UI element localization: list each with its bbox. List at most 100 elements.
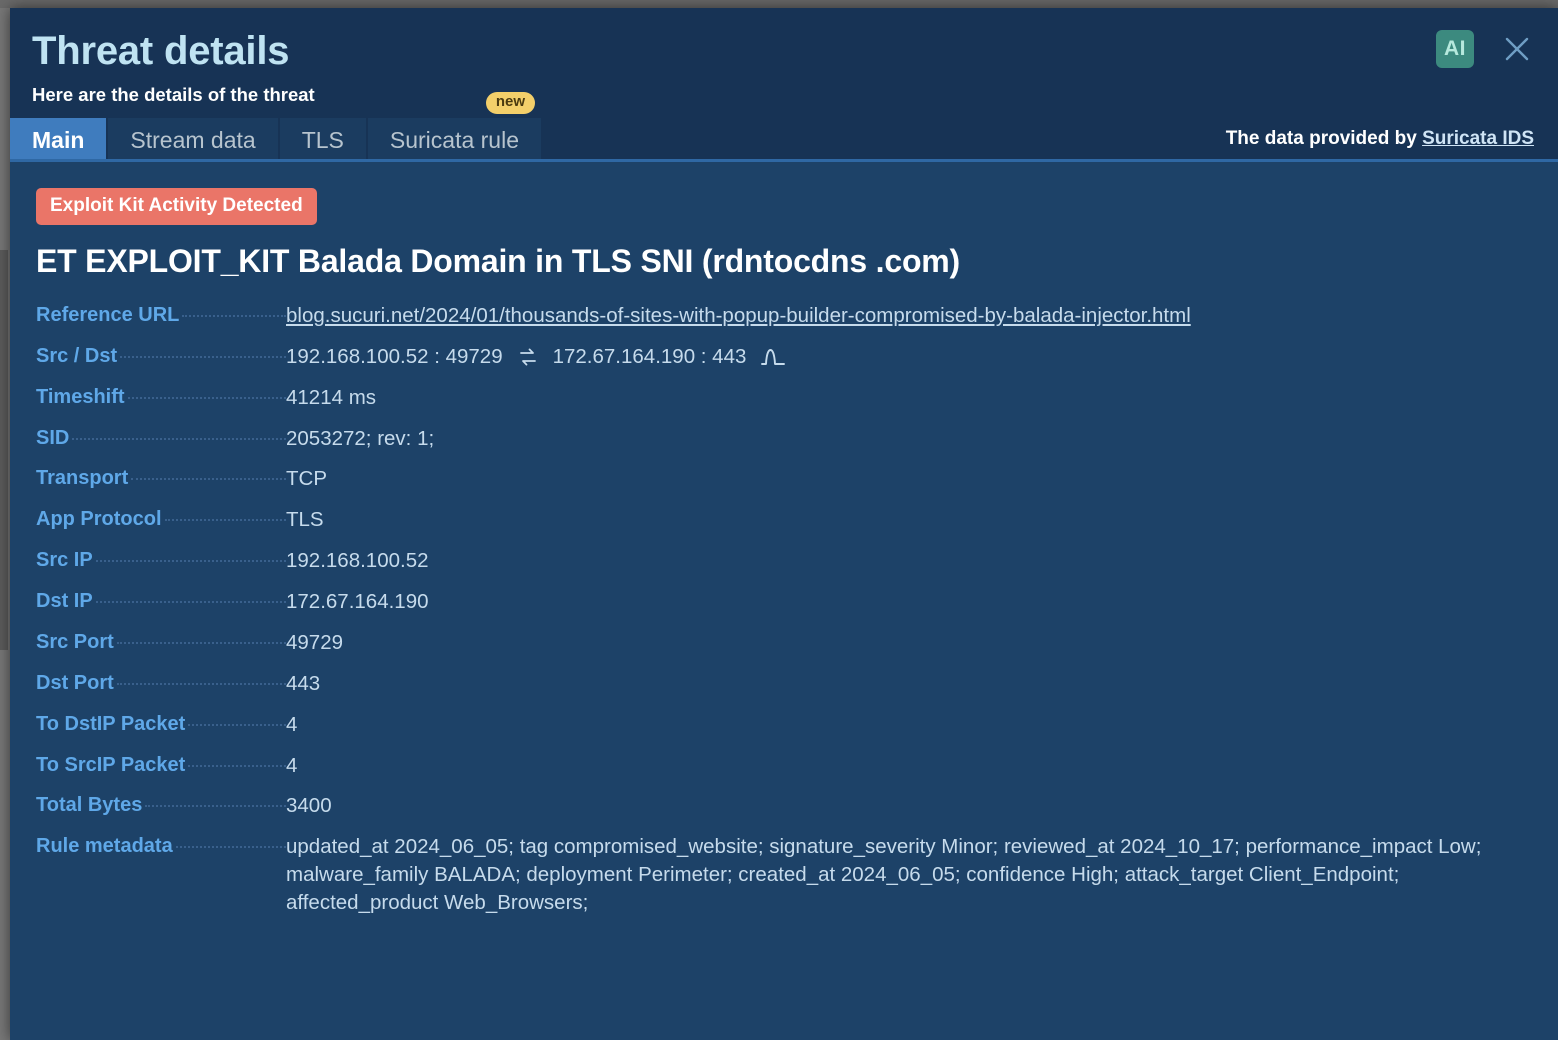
detail-label-app-protocol: App Protocol xyxy=(36,506,286,531)
ai-assistant-button[interactable]: AI xyxy=(1436,30,1474,68)
tab-tls-label: TLS xyxy=(301,126,344,153)
tab-main[interactable]: Main xyxy=(10,118,109,162)
detail-label-dst-ip: Dst IP xyxy=(36,588,286,613)
modal-body: Exploit Kit Activity Detected ET EXPLOIT… xyxy=(10,162,1558,940)
leader-dots xyxy=(131,478,286,481)
detail-value-timeshift: 41214 ms xyxy=(286,385,377,409)
detail-value-src-ip: 192.168.100.52 xyxy=(286,549,429,573)
leader-dots xyxy=(120,355,286,358)
threat-detail-list: Reference URL blog.sucuri.net/2024/01/th… xyxy=(36,302,1532,917)
detail-label-text: Src IP xyxy=(36,549,93,572)
detail-row-src-dst: Src / Dst 192.168.100.52 : 49729 172.67.… xyxy=(36,343,1532,371)
detail-row-dst-ip: Dst IP 172.67.164.190 xyxy=(36,588,1532,616)
detail-value-transport: TCP xyxy=(286,467,327,491)
data-provider-note: The data provided by Suricata IDS xyxy=(1226,128,1534,162)
detail-label-text: To DstIP Packet xyxy=(36,712,186,735)
close-icon[interactable] xyxy=(1500,32,1534,66)
detail-row-reference-url: Reference URL blog.sucuri.net/2024/01/th… xyxy=(36,302,1532,330)
status-badge: Exploit Kit Activity Detected xyxy=(36,188,317,225)
backdrop-edge-artifact xyxy=(0,250,8,650)
leader-dots xyxy=(188,723,286,726)
tab-tls[interactable]: TLS xyxy=(279,118,368,162)
detail-row-transport: Transport TCP xyxy=(36,465,1532,493)
detail-row-src-ip: Src IP 192.168.100.52 xyxy=(36,547,1532,575)
detail-label-src-ip: Src IP xyxy=(36,547,286,572)
detail-label-text: Total Bytes xyxy=(36,794,143,817)
data-provider-prefix: The data provided by xyxy=(1225,128,1423,149)
leader-dots xyxy=(164,519,286,522)
suricata-ids-link[interactable]: Suricata IDS xyxy=(1422,128,1534,149)
threat-signature-name: ET EXPLOIT_KIT Balada Domain in TLS SNI … xyxy=(36,242,961,279)
detail-row-app-protocol: App Protocol TLS xyxy=(36,506,1532,534)
page-subtitle: Here are the details of the threat xyxy=(32,84,315,105)
detail-row-sid: SID 2053272; rev: 1; xyxy=(36,425,1532,453)
detail-row-dst-port: Dst Port 443 xyxy=(36,670,1532,698)
new-badge: new xyxy=(485,92,535,114)
detail-label-reference-url: Reference URL xyxy=(36,302,286,327)
detail-label-src-port: Src Port xyxy=(36,629,286,654)
detail-label-text: SID xyxy=(36,426,70,449)
detail-label-text: Src Port xyxy=(36,630,114,653)
detail-row-rule-metadata: Rule metadata updated_at 2024_06_05; tag… xyxy=(36,833,1532,917)
detail-label-to-dstip-packet: To DstIP Packet xyxy=(36,711,286,736)
leader-dots xyxy=(182,314,286,317)
modal-header: Threat details Here are the details of t… xyxy=(10,8,1558,162)
detail-row-timeshift: Timeshift 41214 ms xyxy=(36,384,1532,412)
leader-dots xyxy=(116,682,286,685)
detail-label-text: Dst Port xyxy=(36,671,114,694)
detail-label-src-dst: Src / Dst xyxy=(36,343,286,368)
detail-value-rule-metadata: updated_at 2024_06_05; tag compromised_w… xyxy=(286,835,1482,915)
tab-stream-data[interactable]: Stream data xyxy=(108,118,280,162)
tab-list: Main Stream data TLS Suricata rule new xyxy=(10,92,543,162)
detail-label-text: Src / Dst xyxy=(36,344,118,367)
leader-dots xyxy=(72,437,286,440)
backdrop-top-strip xyxy=(0,0,1558,8)
detail-label-timeshift: Timeshift xyxy=(36,384,286,409)
leader-dots xyxy=(116,641,286,644)
leader-dots xyxy=(95,601,286,604)
detail-label-text: Rule metadata xyxy=(36,835,173,858)
detail-label-to-srcip-packet: To SrcIP Packet xyxy=(36,752,286,777)
page-title: Threat details xyxy=(32,29,290,73)
detail-label-text: Timeshift xyxy=(36,385,125,408)
reference-url-link[interactable]: blog.sucuri.net/2024/01/thousands-of-sit… xyxy=(286,304,1191,327)
detail-value-dst-port: 443 xyxy=(286,671,321,695)
detail-value-reference-url: blog.sucuri.net/2024/01/thousands-of-sit… xyxy=(286,302,1532,330)
tab-suricata-rule-label: Suricata rule xyxy=(389,126,519,153)
leader-dots xyxy=(188,764,286,767)
leader-dots xyxy=(127,396,286,399)
signal-pulse-icon[interactable] xyxy=(760,345,786,369)
detail-label-dst-port: Dst Port xyxy=(36,670,286,695)
detail-value-src-dst: 192.168.100.52 : 49729 172.67.164.190 : … xyxy=(286,343,1532,371)
threat-details-modal: Threat details Here are the details of t… xyxy=(10,8,1558,1040)
header-actions: AI xyxy=(1436,30,1534,68)
detail-row-to-srcip-packet: To SrcIP Packet 4 xyxy=(36,752,1532,780)
dst-endpoint: 172.67.164.190 : 443 xyxy=(552,344,747,368)
detail-row-total-bytes: Total Bytes 3400 xyxy=(36,792,1532,820)
detail-label-text: App Protocol xyxy=(36,508,162,531)
tabs-underline xyxy=(10,159,1558,162)
detail-row-src-port: Src Port 49729 xyxy=(36,629,1532,657)
detail-label-text: Reference URL xyxy=(36,303,180,326)
src-endpoint: 192.168.100.52 : 49729 xyxy=(286,344,503,368)
src-dst-pair: 192.168.100.52 : 49729 172.67.164.190 : … xyxy=(286,343,1532,371)
detail-value-dst-ip: 172.67.164.190 xyxy=(286,590,429,614)
detail-value-src-port: 49729 xyxy=(286,630,344,654)
leader-dots xyxy=(95,560,286,563)
leader-dots xyxy=(175,846,286,849)
tab-main-label: Main xyxy=(32,126,85,153)
detail-value-sid: 2053272; rev: 1; xyxy=(286,426,435,450)
detail-label-text: Transport xyxy=(36,467,129,490)
tabs-row: Main Stream data TLS Suricata rule new T… xyxy=(10,92,1558,162)
tab-suricata-rule[interactable]: Suricata rule new xyxy=(367,92,543,162)
detail-value-to-dstip-packet: 4 xyxy=(286,712,298,736)
detail-value-app-protocol: TLS xyxy=(286,508,324,532)
swap-arrows-icon[interactable] xyxy=(517,346,539,368)
detail-label-total-bytes: Total Bytes xyxy=(36,792,286,817)
detail-label-transport: Transport xyxy=(36,465,286,490)
detail-label-sid: SID xyxy=(36,425,286,450)
detail-value-total-bytes: 3400 xyxy=(286,794,332,818)
detail-value-to-srcip-packet: 4 xyxy=(286,753,298,777)
detail-label-text: To SrcIP Packet xyxy=(36,753,186,776)
detail-row-to-dstip-packet: To DstIP Packet 4 xyxy=(36,711,1532,739)
